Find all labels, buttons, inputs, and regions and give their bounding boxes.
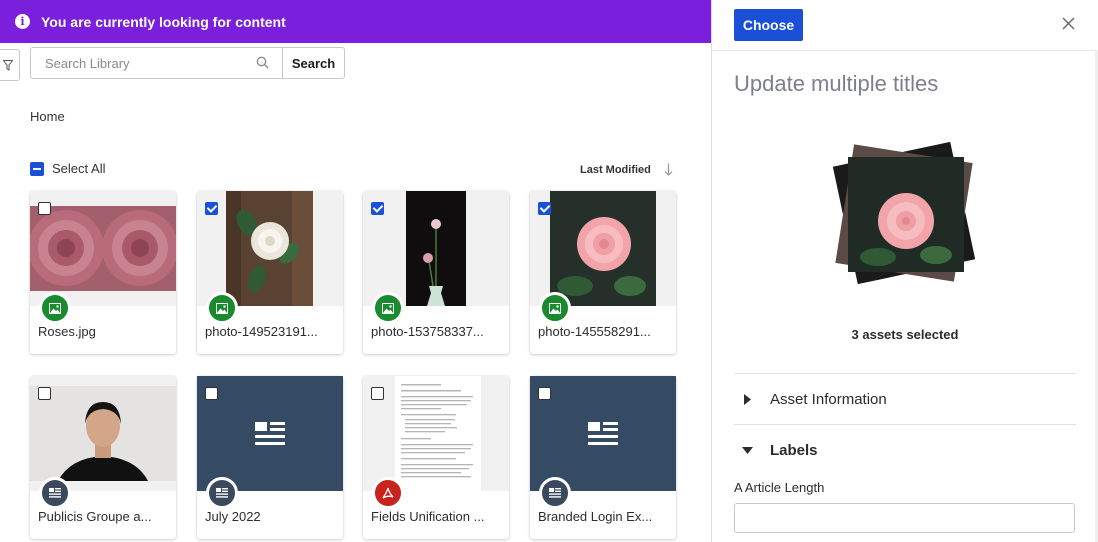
asset-thumbnail	[530, 191, 676, 306]
asset-name: Branded Login Ex...	[538, 509, 653, 524]
info-icon: i	[15, 14, 30, 29]
pdf-type-icon	[372, 477, 404, 509]
asset-name: photo-145558291...	[538, 324, 651, 339]
asset-checkbox[interactable]	[538, 387, 551, 400]
asset-card[interactable]: photo-153758337...	[363, 191, 509, 354]
select-all-indeterminate-icon[interactable]	[30, 161, 44, 176]
close-icon[interactable]	[1062, 17, 1075, 30]
sort-label[interactable]: Last Modified	[580, 164, 651, 176]
search-button[interactable]: Search	[282, 47, 345, 79]
article-type-icon	[39, 477, 71, 509]
bulk-edit-panel: Choose Update multiple titles 3 assets s…	[711, 0, 1098, 542]
asset-card[interactable]: Roses.jpg	[30, 191, 176, 354]
asset-checkbox[interactable]	[38, 387, 51, 400]
document-preview-image	[363, 376, 509, 491]
portrait-image	[30, 376, 176, 491]
asset-name: Publicis Groupe a...	[38, 509, 152, 524]
breadcrumb-home[interactable]: Home	[30, 109, 65, 124]
image-type-icon	[539, 292, 571, 324]
choose-button[interactable]: Choose	[734, 9, 803, 41]
asset-card[interactable]: Publicis Groupe a...	[30, 376, 176, 539]
selected-assets-stack	[832, 141, 979, 285]
pink-rose-image	[530, 191, 676, 306]
article-type-icon	[206, 477, 238, 509]
panel-header: Choose	[712, 0, 1098, 51]
image-type-icon	[372, 292, 404, 324]
search-input[interactable]	[43, 54, 247, 72]
info-banner: i You are currently looking for content	[0, 0, 711, 43]
article-length-label: A Article Length	[734, 480, 825, 495]
asset-thumbnail	[530, 376, 676, 491]
article-placeholder-icon	[255, 421, 285, 445]
asset-checkbox[interactable]	[205, 387, 218, 400]
asset-name: photo-149523191...	[205, 324, 318, 339]
accordion-label[interactable]: Asset Information	[770, 391, 887, 408]
arrow-down-icon[interactable]	[664, 163, 673, 176]
asset-checkbox[interactable]	[371, 387, 384, 400]
roses-image	[30, 191, 176, 306]
article-length-input[interactable]	[734, 503, 1075, 533]
asset-thumbnail	[363, 191, 509, 306]
asset-name: Fields Unification ...	[371, 509, 485, 524]
asset-thumbnail	[197, 191, 343, 306]
filter-icon	[3, 59, 13, 71]
banner-text: You are currently looking for content	[41, 13, 286, 30]
image-type-icon	[39, 292, 71, 324]
search-field[interactable]	[30, 47, 284, 79]
asset-thumbnail	[363, 376, 509, 491]
article-placeholder-icon	[588, 421, 618, 445]
asset-checkbox[interactable]	[205, 202, 218, 215]
selected-count: 3 assets selected	[851, 327, 959, 342]
sort-control[interactable]: Last Modified	[580, 163, 673, 176]
accordion-labels[interactable]: Labels	[734, 424, 1076, 475]
pink-rose-image	[848, 157, 964, 272]
asset-name: photo-153758337...	[371, 324, 484, 339]
caret-right-icon[interactable]	[743, 393, 751, 405]
caret-down-icon[interactable]	[741, 446, 753, 454]
asset-checkbox[interactable]	[38, 202, 51, 215]
accordion-asset-information[interactable]: Asset Information	[734, 373, 1076, 424]
article-type-icon	[539, 477, 571, 509]
asset-thumbnail	[30, 191, 176, 306]
asset-name: Roses.jpg	[38, 324, 96, 339]
white-rose-image	[197, 191, 343, 306]
asset-name: July 2022	[205, 509, 261, 524]
asset-thumbnail	[197, 376, 343, 491]
asset-checkbox[interactable]	[538, 202, 551, 215]
asset-card[interactable]: Branded Login Ex...	[530, 376, 676, 539]
image-type-icon	[206, 292, 238, 324]
asset-card[interactable]: photo-149523191...	[197, 191, 343, 354]
accordion-label[interactable]: Labels	[770, 442, 818, 459]
panel-title: Update multiple titles	[734, 71, 939, 96]
asset-card[interactable]: Fields Unification ...	[363, 376, 509, 539]
select-all-checkbox[interactable]: Select All	[30, 161, 105, 176]
asset-card[interactable]: July 2022	[197, 376, 343, 539]
search-icon[interactable]	[256, 56, 269, 69]
asset-thumbnail	[30, 376, 176, 491]
select-all-label: Select All	[52, 161, 106, 176]
asset-checkbox[interactable]	[371, 202, 384, 215]
asset-card[interactable]: photo-145558291...	[530, 191, 676, 354]
stack-front-image	[848, 157, 964, 272]
filter-button[interactable]	[0, 49, 20, 81]
vase-rose-image	[363, 191, 509, 306]
